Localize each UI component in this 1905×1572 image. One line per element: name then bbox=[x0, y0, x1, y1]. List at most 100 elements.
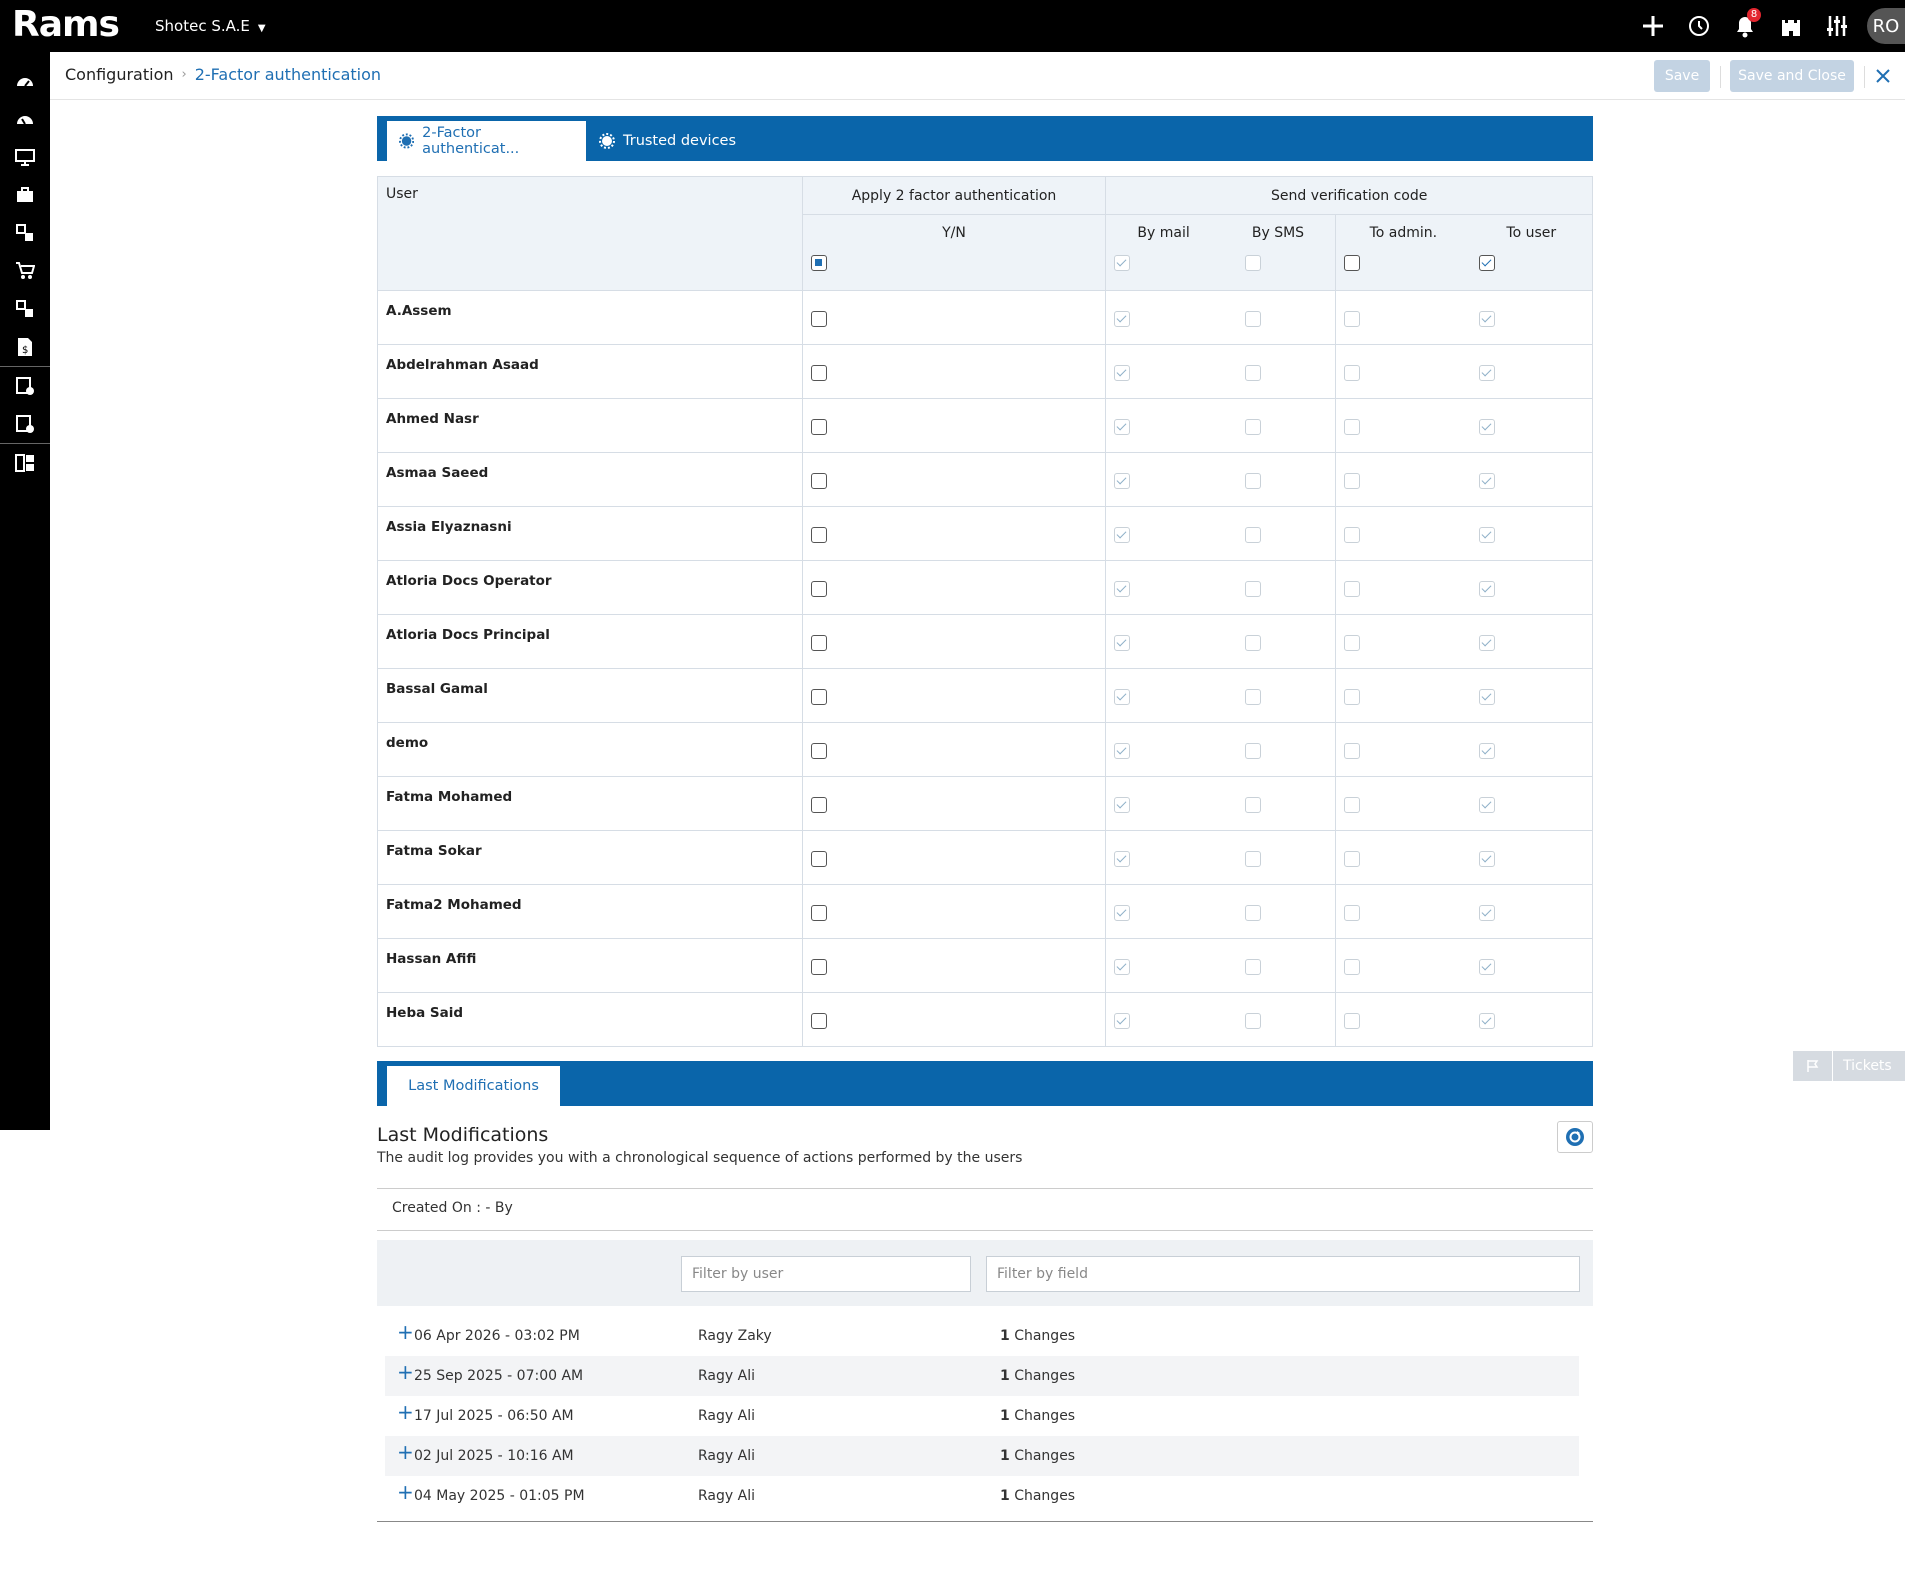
dashboard-icon[interactable] bbox=[0, 62, 50, 100]
by-sms-checkbox[interactable] bbox=[1244, 581, 1261, 597]
company-selector[interactable]: Shotec S.A.E ▼ bbox=[155, 17, 266, 35]
apply-2fa-checkbox[interactable] bbox=[810, 581, 827, 597]
by-mail-checkbox[interactable] bbox=[1114, 581, 1131, 597]
expand-icon[interactable]: + bbox=[397, 1402, 414, 1422]
apply-2fa-checkbox[interactable] bbox=[810, 797, 827, 813]
by-sms-checkbox[interactable] bbox=[1244, 473, 1261, 489]
expand-icon[interactable]: + bbox=[397, 1362, 414, 1382]
apply-2fa-checkbox[interactable] bbox=[810, 527, 827, 543]
to-user-checkbox[interactable] bbox=[1478, 635, 1495, 651]
by-sms-checkbox[interactable] bbox=[1244, 365, 1261, 381]
apply-2fa-checkbox[interactable] bbox=[810, 311, 827, 327]
by-mail-checkbox[interactable] bbox=[1114, 365, 1131, 381]
expand-icon[interactable]: + bbox=[397, 1442, 414, 1462]
by-mail-checkbox[interactable] bbox=[1114, 419, 1131, 435]
to-admin-checkbox[interactable] bbox=[1344, 311, 1361, 327]
sms-master-checkbox[interactable] bbox=[1244, 255, 1261, 271]
tab-trusted-devices[interactable]: Trusted devices bbox=[587, 121, 748, 161]
mail-master-checkbox[interactable] bbox=[1114, 255, 1131, 271]
save-button[interactable]: Save bbox=[1654, 60, 1710, 92]
apply-2fa-checkbox[interactable] bbox=[810, 959, 827, 975]
to-admin-checkbox[interactable] bbox=[1344, 365, 1361, 381]
invoice-icon[interactable]: $ bbox=[0, 328, 50, 366]
apply-2fa-checkbox[interactable] bbox=[810, 851, 827, 867]
by-mail-checkbox[interactable] bbox=[1114, 959, 1131, 975]
filter-user-input[interactable] bbox=[681, 1256, 971, 1292]
to-admin-checkbox[interactable] bbox=[1344, 527, 1361, 543]
by-sms-checkbox[interactable] bbox=[1244, 689, 1261, 705]
by-sms-checkbox[interactable] bbox=[1244, 311, 1261, 327]
to-user-checkbox[interactable] bbox=[1478, 743, 1495, 759]
tickets-button[interactable]: Tickets bbox=[1793, 1051, 1905, 1081]
by-mail-checkbox[interactable] bbox=[1114, 311, 1131, 327]
list-item[interactable]: +17 Jul 2025 - 06:50 AM Ragy Ali 1 Changes bbox=[385, 1396, 1579, 1436]
user-master-checkbox[interactable] bbox=[1478, 255, 1495, 271]
to-admin-checkbox[interactable] bbox=[1344, 959, 1361, 975]
by-mail-checkbox[interactable] bbox=[1114, 743, 1131, 759]
to-user-checkbox[interactable] bbox=[1478, 959, 1495, 975]
to-user-checkbox[interactable] bbox=[1478, 797, 1495, 813]
dashboard-alt-icon[interactable] bbox=[0, 100, 50, 138]
refresh-button[interactable] bbox=[1557, 1121, 1593, 1153]
to-user-checkbox[interactable] bbox=[1478, 1013, 1495, 1029]
list-item[interactable]: +04 May 2025 - 01:05 PM Ragy Ali 1 Changes bbox=[385, 1476, 1579, 1516]
to-user-checkbox[interactable] bbox=[1478, 581, 1495, 597]
expand-icon[interactable]: + bbox=[397, 1322, 414, 1342]
filter-field-input[interactable] bbox=[986, 1256, 1580, 1292]
apply-2fa-checkbox[interactable] bbox=[810, 905, 827, 921]
to-user-checkbox[interactable] bbox=[1478, 419, 1495, 435]
to-admin-checkbox[interactable] bbox=[1344, 689, 1361, 705]
history-icon[interactable] bbox=[1683, 10, 1715, 42]
to-admin-checkbox[interactable] bbox=[1344, 473, 1361, 489]
to-user-checkbox[interactable] bbox=[1478, 851, 1495, 867]
by-mail-checkbox[interactable] bbox=[1114, 689, 1131, 705]
to-admin-checkbox[interactable] bbox=[1344, 635, 1361, 651]
to-user-checkbox[interactable] bbox=[1478, 473, 1495, 489]
to-user-checkbox[interactable] bbox=[1478, 365, 1495, 381]
monitor-icon[interactable] bbox=[0, 138, 50, 176]
apply-2fa-checkbox[interactable] bbox=[810, 1013, 827, 1029]
by-sms-checkbox[interactable] bbox=[1244, 959, 1261, 975]
apply-2fa-checkbox[interactable] bbox=[810, 473, 827, 489]
to-admin-checkbox[interactable] bbox=[1344, 581, 1361, 597]
document-settings-icon[interactable] bbox=[0, 405, 50, 443]
to-user-checkbox[interactable] bbox=[1478, 689, 1495, 705]
cart-icon[interactable] bbox=[0, 252, 50, 290]
castle-icon[interactable] bbox=[1775, 10, 1807, 42]
admin-master-checkbox[interactable] bbox=[1344, 255, 1361, 271]
by-sms-checkbox[interactable] bbox=[1244, 797, 1261, 813]
by-sms-checkbox[interactable] bbox=[1244, 1013, 1261, 1029]
bell-icon[interactable]: 8 bbox=[1729, 8, 1761, 42]
by-sms-checkbox[interactable] bbox=[1244, 527, 1261, 543]
list-item[interactable]: +02 Jul 2025 - 10:16 AM Ragy Ali 1 Changes bbox=[385, 1436, 1579, 1476]
breadcrumb-parent[interactable]: Configuration bbox=[65, 65, 174, 84]
tab-2fa[interactable]: 2-Factor authenticat... bbox=[387, 121, 586, 161]
avatar[interactable]: RO bbox=[1867, 8, 1905, 44]
by-mail-checkbox[interactable] bbox=[1114, 905, 1131, 921]
by-sms-checkbox[interactable] bbox=[1244, 419, 1261, 435]
app-logo[interactable]: Rams bbox=[12, 6, 120, 44]
modules-alt-icon[interactable] bbox=[0, 290, 50, 328]
expand-icon[interactable]: + bbox=[397, 1482, 414, 1502]
sliders-icon[interactable] bbox=[1821, 10, 1853, 42]
apply-2fa-checkbox[interactable] bbox=[810, 365, 827, 381]
by-mail-checkbox[interactable] bbox=[1114, 473, 1131, 489]
to-admin-checkbox[interactable] bbox=[1344, 419, 1361, 435]
add-icon[interactable] bbox=[1637, 10, 1669, 42]
list-item[interactable]: +25 Sep 2025 - 07:00 AM Ragy Ali 1 Changes bbox=[385, 1356, 1579, 1396]
to-admin-checkbox[interactable] bbox=[1344, 743, 1361, 759]
yn-master-checkbox[interactable] bbox=[810, 255, 827, 271]
to-admin-checkbox[interactable] bbox=[1344, 905, 1361, 921]
save-and-close-button[interactable]: Save and Close bbox=[1730, 60, 1854, 92]
close-icon[interactable] bbox=[1869, 62, 1897, 90]
by-mail-checkbox[interactable] bbox=[1114, 797, 1131, 813]
to-admin-checkbox[interactable] bbox=[1344, 851, 1361, 867]
apply-2fa-checkbox[interactable] bbox=[810, 689, 827, 705]
by-sms-checkbox[interactable] bbox=[1244, 743, 1261, 759]
by-mail-checkbox[interactable] bbox=[1114, 1013, 1131, 1029]
list-item[interactable]: +06 Apr 2026 - 03:02 PM Ragy Zaky 1 Change… bbox=[385, 1316, 1579, 1356]
tab-last-modifications[interactable]: Last Modifications bbox=[387, 1066, 560, 1106]
by-sms-checkbox[interactable] bbox=[1244, 905, 1261, 921]
grid-icon[interactable] bbox=[0, 444, 50, 482]
by-mail-checkbox[interactable] bbox=[1114, 527, 1131, 543]
